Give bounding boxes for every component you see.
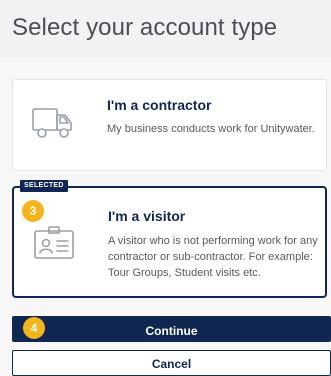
option-description: A visitor who is not performing work for… (108, 235, 318, 279)
truck-icon (31, 104, 75, 144)
page-title: Select your account type (12, 14, 278, 41)
step-marker-3: 3 (22, 200, 44, 222)
id-card-icon (32, 224, 76, 264)
option-card-contractor[interactable]: I'm a contractor My business conducts wo… (12, 79, 327, 171)
option-title: I'm a contractor (107, 97, 212, 113)
step-marker-4: 4 (23, 317, 45, 339)
continue-button[interactable]: Continue (12, 316, 331, 342)
cancel-button[interactable]: Cancel (12, 350, 331, 376)
option-title: I'm a visitor (108, 208, 186, 224)
selected-badge: SELECTED (20, 180, 68, 192)
page-header: Select your account type (0, 0, 331, 58)
account-type-screen: Select your account type I'm a contracto… (0, 0, 331, 376)
option-card-visitor[interactable]: I'm a visitor A visitor who is not perfo… (12, 186, 327, 298)
option-description: My business conducts work for Unitywater… (107, 123, 315, 135)
